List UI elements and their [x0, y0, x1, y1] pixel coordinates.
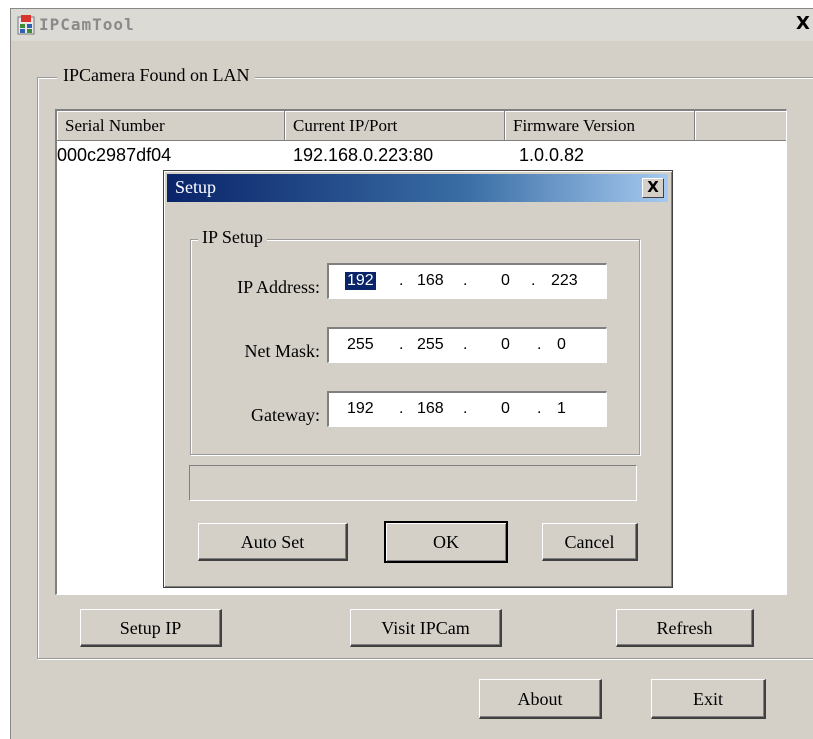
row-ip-port: 192.168.0.223:80	[293, 145, 434, 165]
gateway-octet-4[interactable]: 1	[557, 400, 566, 418]
app-icon	[17, 15, 35, 35]
column-header-firmware[interactable]: Firmware Version	[505, 111, 695, 141]
close-icon: X	[796, 13, 810, 34]
close-icon: X	[647, 178, 659, 196]
gateway-separator-2: .	[463, 400, 468, 417]
mask-octet-1[interactable]: 255	[347, 336, 374, 354]
mask-octet-3[interactable]: 0	[501, 336, 510, 354]
visit-ipcam-button[interactable]: Visit IPCam	[350, 609, 502, 647]
close-button[interactable]: X	[794, 14, 812, 34]
title-bar[interactable]: IPCamTool X	[11, 9, 813, 41]
net-mask-label: Net Mask:	[244, 341, 321, 361]
ip-separator-3: .	[531, 272, 536, 289]
mask-separator-1: .	[399, 336, 404, 353]
ip-setup-label: IP Setup	[198, 227, 267, 248]
mask-separator-3: .	[537, 336, 542, 353]
gateway-octet-3[interactable]: 0	[501, 400, 510, 418]
exit-button[interactable]: Exit	[651, 679, 766, 719]
ip-octet-2[interactable]: 168	[417, 272, 444, 290]
setup-ip-button[interactable]: Setup IP	[80, 609, 222, 647]
column-header-empty	[695, 111, 786, 141]
window-title: IPCamTool	[39, 15, 135, 34]
ip-octet-1[interactable]: 192	[345, 272, 376, 290]
ip-address-label: IP Address:	[237, 277, 320, 297]
ip-separator-1: .	[399, 272, 404, 289]
dialog-close-button[interactable]: X	[642, 178, 664, 198]
gateway-label: Gateway:	[251, 405, 320, 425]
row-serial: 000c2987df04	[57, 145, 172, 165]
mask-separator-2: .	[463, 336, 468, 353]
refresh-button[interactable]: Refresh	[616, 609, 754, 647]
gateway-octet-2[interactable]: 168	[417, 400, 444, 418]
ip-address-field[interactable]: 192 . 168 . 0 . 223	[327, 263, 607, 299]
ip-octet-3[interactable]: 0	[501, 272, 510, 290]
ip-separator-2: .	[463, 272, 468, 289]
gateway-separator-3: .	[537, 400, 542, 417]
row-firmware: 1.0.0.82	[519, 145, 585, 165]
gateway-field[interactable]: 192 . 168 . 0 . 1	[327, 391, 607, 427]
gateway-octet-1[interactable]: 192	[347, 400, 374, 418]
net-mask-field[interactable]: 255 . 255 . 0 . 0	[327, 327, 607, 363]
gateway-separator-1: .	[399, 400, 404, 417]
column-header-serial[interactable]: Serial Number	[57, 111, 285, 141]
column-header-ip-port[interactable]: Current IP/Port	[285, 111, 505, 141]
mask-octet-2[interactable]: 255	[417, 336, 444, 354]
about-button[interactable]: About	[479, 679, 602, 719]
dialog-title: Setup	[175, 177, 217, 197]
dialog-title-bar[interactable]: Setup X	[167, 174, 668, 202]
camera-group-label: IPCamera Found on LAN	[57, 65, 256, 86]
mask-octet-4[interactable]: 0	[557, 336, 566, 354]
ok-button[interactable]: OK	[384, 521, 508, 563]
ip-octet-4[interactable]: 223	[551, 272, 578, 290]
cancel-button[interactable]: Cancel	[542, 523, 638, 561]
auto-set-button[interactable]: Auto Set	[198, 523, 348, 561]
status-bar	[189, 465, 637, 501]
setup-dialog: Setup X IP Setup IP Address: 192 . 168 .…	[163, 170, 673, 588]
